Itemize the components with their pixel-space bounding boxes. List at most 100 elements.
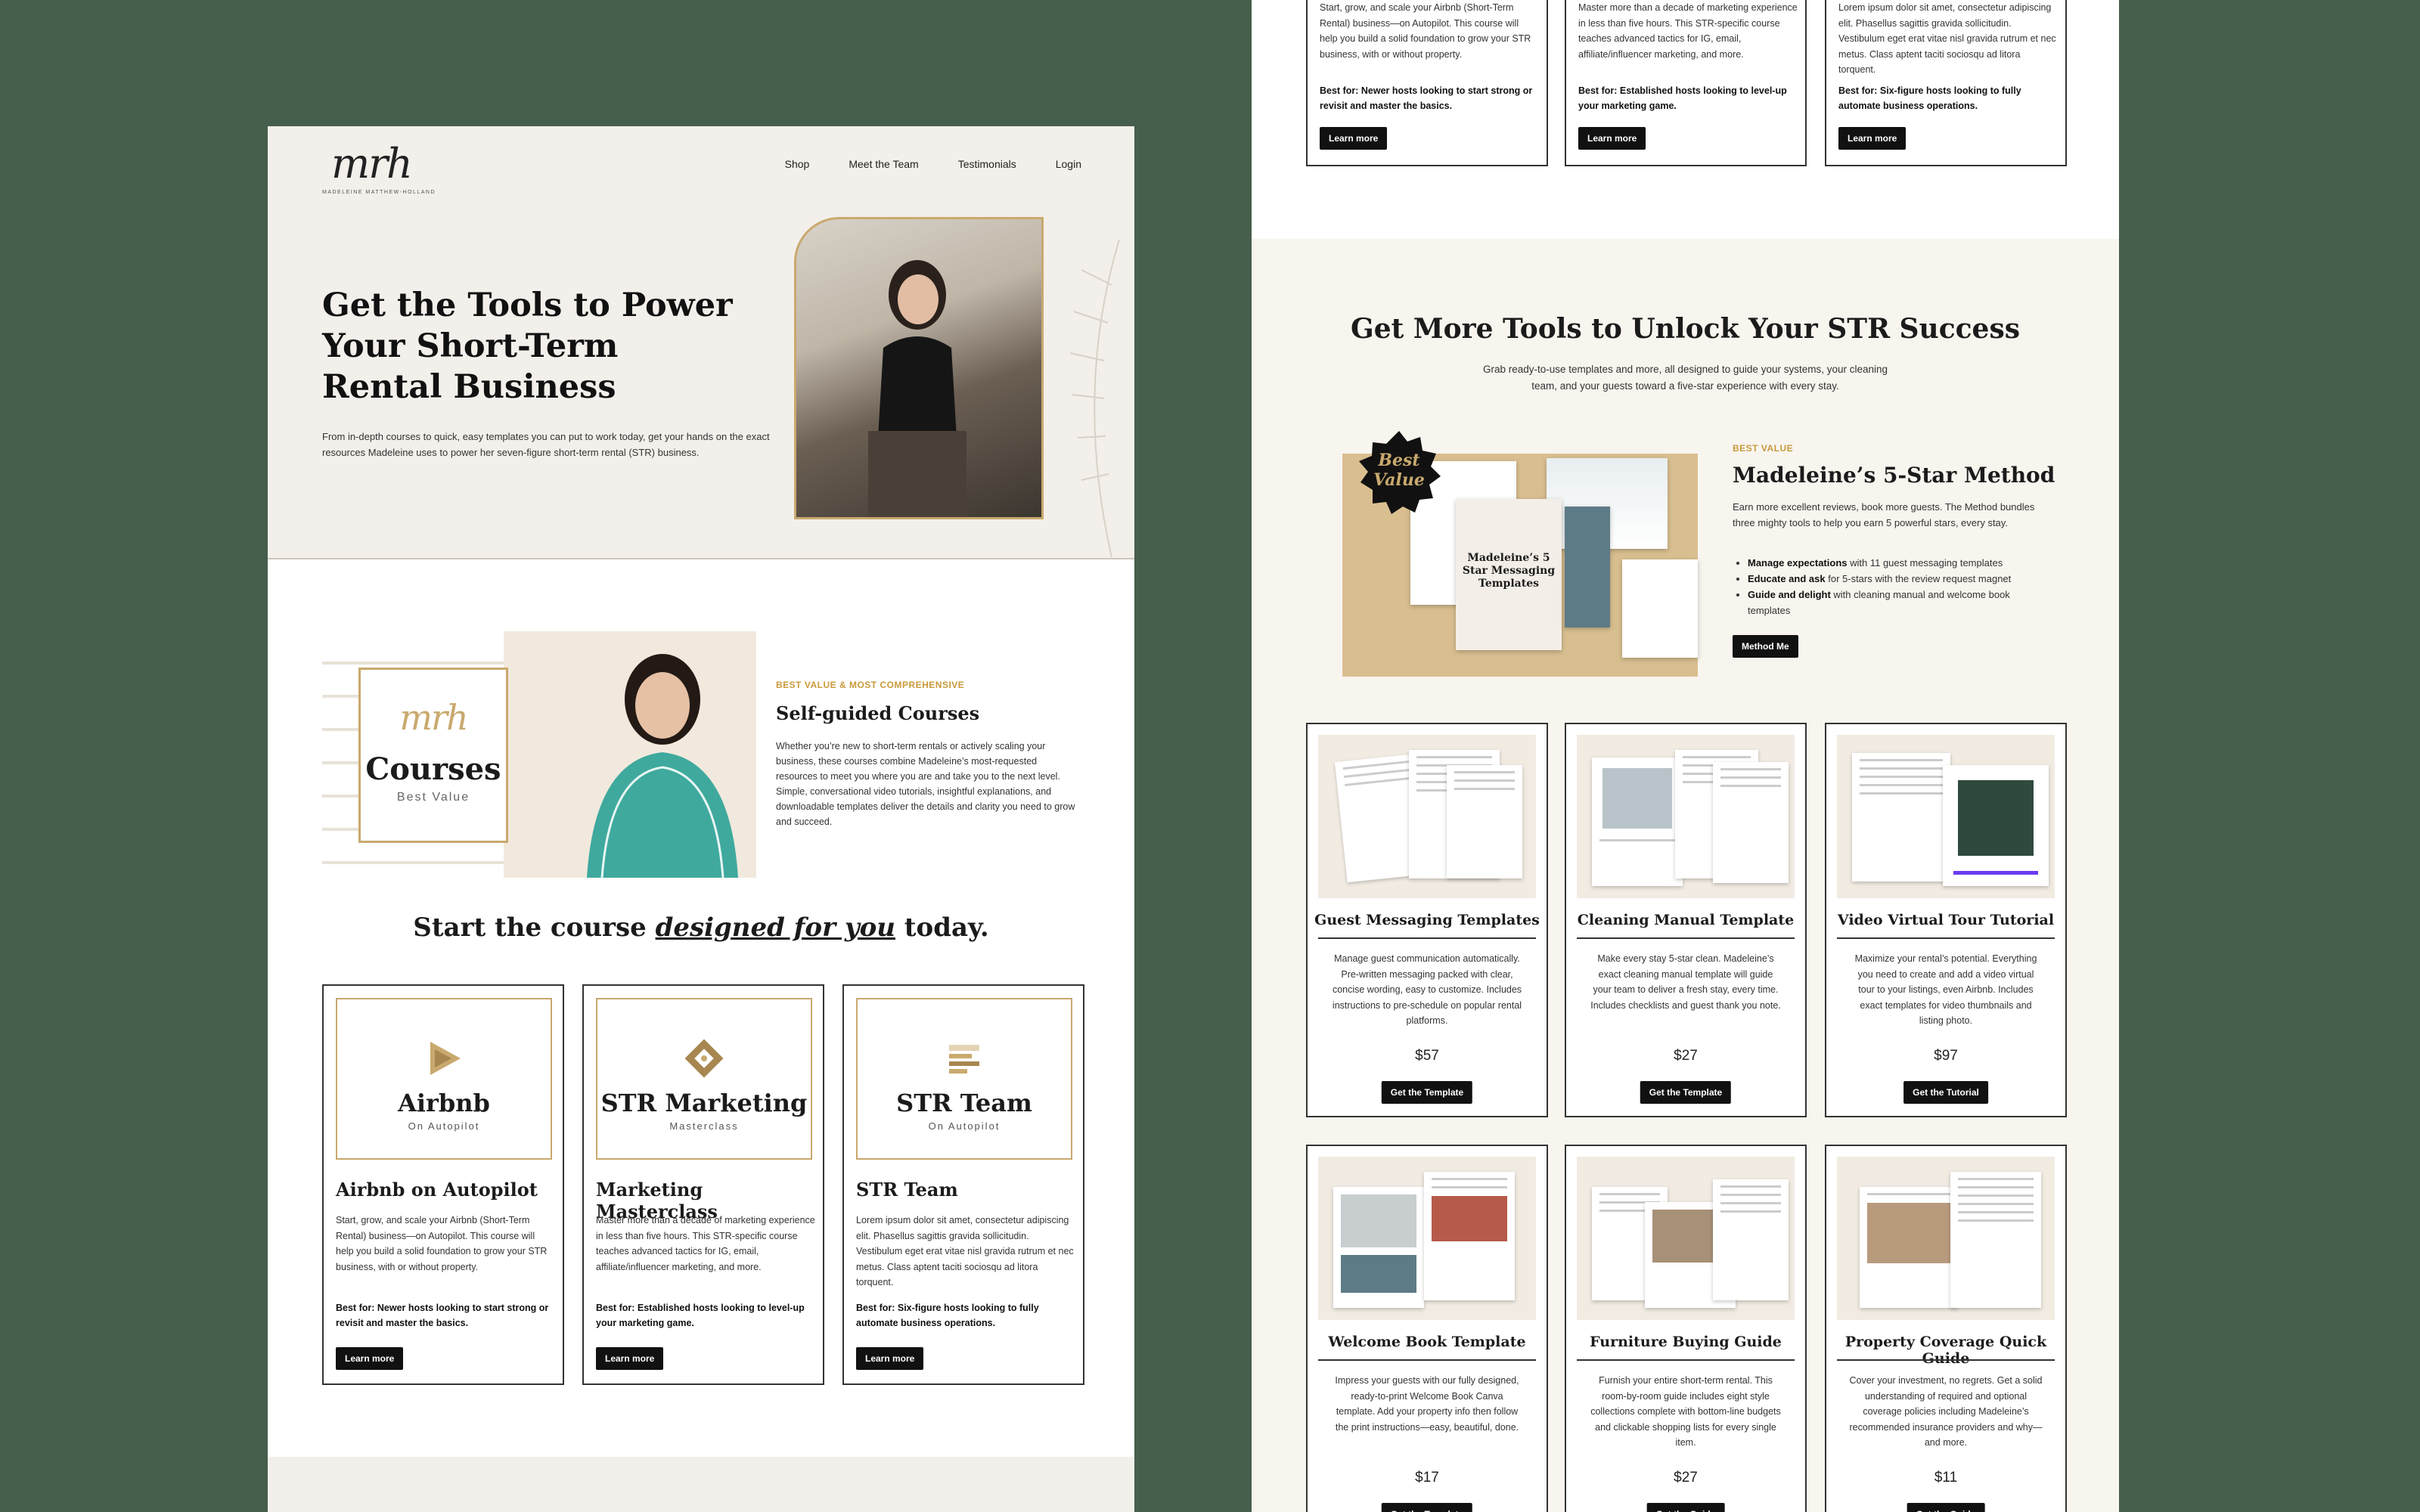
purple-bar xyxy=(1953,871,2038,875)
divider xyxy=(1837,1359,2055,1361)
messaging-cover: Madeleine’s 5 Star Messaging Templates xyxy=(1456,499,1562,650)
nav-login[interactable]: Login xyxy=(1056,158,1081,170)
learn-more-button[interactable]: Learn more xyxy=(336,1347,404,1370)
course-card-partial: Lorem ipsum dolor sit amet, consectetur … xyxy=(1825,0,2067,166)
template-preview xyxy=(1318,735,1536,898)
hero-description: From in-depth courses to quick, easy tem… xyxy=(322,431,770,458)
course-best-for: Best for: Newer hosts looking to start s… xyxy=(1320,85,1533,111)
method-feature-item: Educate and ask for 5-stars with the rev… xyxy=(1748,571,2050,587)
start-after: today. xyxy=(895,912,989,943)
template-price: $57 xyxy=(1415,1048,1439,1064)
get-guide-button[interactable]: Get the Guide xyxy=(1907,1503,1985,1512)
courses-banner-image: mrh Courses Best Value xyxy=(322,631,756,878)
play-icon xyxy=(430,1042,461,1075)
course-best-for: Best for: Newer hosts looking to start s… xyxy=(336,1303,549,1328)
get-template-button[interactable]: Get the Template xyxy=(1640,1081,1732,1104)
get-tutorial-button[interactable]: Get the Tutorial xyxy=(1903,1081,1988,1104)
divider xyxy=(1837,937,2055,939)
method-title: Madeleine’s 5-Star Method xyxy=(1733,463,2055,488)
divider xyxy=(1318,937,1536,939)
doc-page xyxy=(1713,1179,1789,1300)
course-description: Lorem ipsum dolor sit amet, consectetur … xyxy=(1838,2,2056,75)
best-value-badge-text: Best Value xyxy=(1373,451,1425,490)
next-section-edge xyxy=(268,1457,1134,1512)
course-best-for: Best for: Six-figure hosts looking to fu… xyxy=(856,1303,1039,1328)
method-eyebrow: BEST VALUE xyxy=(1733,443,1794,454)
course-card-partial: Start, grow, and scale your Airbnb (Shor… xyxy=(1306,0,1548,166)
template-title: Video Virtual Tour Tutorial xyxy=(1837,912,2055,928)
logo-subtitle: MADELEINE MATTHEW-HOLLAND xyxy=(322,190,436,195)
template-description: Cover your investment, no regrets. Get a… xyxy=(1849,1375,2043,1448)
doc-page xyxy=(1424,1172,1515,1300)
template-preview xyxy=(1577,735,1795,898)
course-card-str-team: STR Team On Autopilot STR Team Lorem ips… xyxy=(842,984,1084,1385)
courses-banner-title: Courses xyxy=(365,751,501,787)
course-title: STR Team xyxy=(856,1179,958,1201)
template-card-video-tour: Video Virtual Tour Tutorial Maximize you… xyxy=(1825,723,2067,1117)
course-cover-name: STR Marketing xyxy=(600,1089,808,1117)
course-card-cover: STR Team On Autopilot xyxy=(856,998,1072,1160)
learn-more-button[interactable]: Learn more xyxy=(1320,127,1388,150)
site-logo[interactable]: mrh MADELEINE MATTHEW-HOLLAND xyxy=(322,137,436,205)
get-template-button[interactable]: Get the Template xyxy=(1381,1503,1473,1512)
template-title: Furniture Buying Guide xyxy=(1590,1334,1782,1350)
template-card-property-coverage: Property Coverage Quick Guide Cover your… xyxy=(1825,1145,2067,1512)
get-template-button[interactable]: Get the Template xyxy=(1381,1081,1473,1104)
course-best-for: Best for: Established hosts looking to l… xyxy=(1578,85,1787,111)
feature-bold: Manage expectations xyxy=(1748,557,1848,569)
method-feature-item: Manage expectations with 11 guest messag… xyxy=(1748,555,2050,571)
more-tools-title: Get More Tools to Unlock Your STR Succes… xyxy=(1350,313,2020,345)
doc-page xyxy=(1447,765,1522,878)
course-description: Master more than a decade of marketing e… xyxy=(596,1215,815,1272)
blue-doc xyxy=(1565,507,1610,627)
doc-page xyxy=(1860,1187,1958,1308)
course-best-for: Best for: Established hosts looking to l… xyxy=(596,1303,805,1328)
main-nav: Shop Meet the Team Testimonials Login xyxy=(785,158,1081,170)
template-title: Guest Messaging Templates xyxy=(1314,912,1540,928)
doc-page xyxy=(1950,1172,2041,1308)
divider xyxy=(1577,937,1795,939)
course-card-marketing: STR Marketing Masterclass Marketing Mast… xyxy=(582,984,824,1385)
review-card xyxy=(1622,559,1698,658)
learn-more-button[interactable]: Learn more xyxy=(596,1347,664,1370)
template-price: $97 xyxy=(1934,1048,1958,1064)
doc-page xyxy=(1333,1187,1424,1308)
start-emphasis: designed for you xyxy=(655,912,895,943)
course-title: Airbnb on Autopilot xyxy=(336,1179,538,1201)
template-preview xyxy=(1318,1157,1536,1320)
template-card-welcome-book: Welcome Book Template Impress your guest… xyxy=(1306,1145,1548,1512)
learn-more-button[interactable]: Learn more xyxy=(1578,127,1646,150)
learn-more-button[interactable]: Learn more xyxy=(856,1347,924,1370)
person-illustration xyxy=(868,260,966,517)
get-guide-button[interactable]: Get the Guide xyxy=(1646,1503,1725,1512)
guest-photo xyxy=(1432,1196,1507,1241)
template-card-furniture-guide: Furniture Buying Guide Furnish your enti… xyxy=(1565,1145,1807,1512)
course-cover-sub: On Autopilot xyxy=(928,1120,1001,1132)
feature-text: for 5-stars with the review request magn… xyxy=(1825,573,2012,584)
method-feature-item: Guide and delight with cleaning manual a… xyxy=(1748,587,2050,618)
template-card-cleaning-manual: Cleaning Manual Template Make every stay… xyxy=(1565,723,1807,1117)
start-before: Start the course xyxy=(413,912,656,943)
nav-meet-the-team[interactable]: Meet the Team xyxy=(849,158,918,170)
person-illustration xyxy=(587,654,738,878)
messaging-cover-title: Madeleine’s 5 Star Messaging Templates xyxy=(1462,552,1556,590)
more-tools-description: Grab ready-to-use templates and more, al… xyxy=(1482,364,1888,392)
nav-shop[interactable]: Shop xyxy=(785,158,810,170)
template-description: Furnish your entire short-term rental. T… xyxy=(1590,1375,1781,1448)
course-cover-sub: Masterclass xyxy=(669,1120,739,1132)
nav-testimonials[interactable]: Testimonials xyxy=(958,158,1016,170)
learn-more-button[interactable]: Learn more xyxy=(1838,127,1907,150)
video-thumbnail xyxy=(1958,780,2034,856)
self-guided-eyebrow: BEST VALUE & MOST COMPREHENSIVE xyxy=(776,680,965,690)
self-guided-title: Self-guided Courses xyxy=(776,702,980,724)
method-me-button[interactable]: Method Me xyxy=(1733,635,1798,658)
template-title: Cleaning Manual Template xyxy=(1577,912,1795,928)
room-photo xyxy=(1867,1203,1950,1263)
course-card-airbnb: Airbnb On Autopilot Airbnb on Autopilot … xyxy=(322,984,564,1385)
course-description: Start, grow, and scale your Airbnb (Shor… xyxy=(1320,2,1531,60)
doc-page xyxy=(1713,762,1789,883)
hero-section: mrh MADELEINE MATTHEW-HOLLAND Shop Meet … xyxy=(268,126,1134,559)
hero-title: Get the Tools to Power Your Short-Term R… xyxy=(322,287,733,406)
course-card-partial: Master more than a decade of marketing e… xyxy=(1565,0,1807,166)
house-photo xyxy=(1602,768,1672,829)
